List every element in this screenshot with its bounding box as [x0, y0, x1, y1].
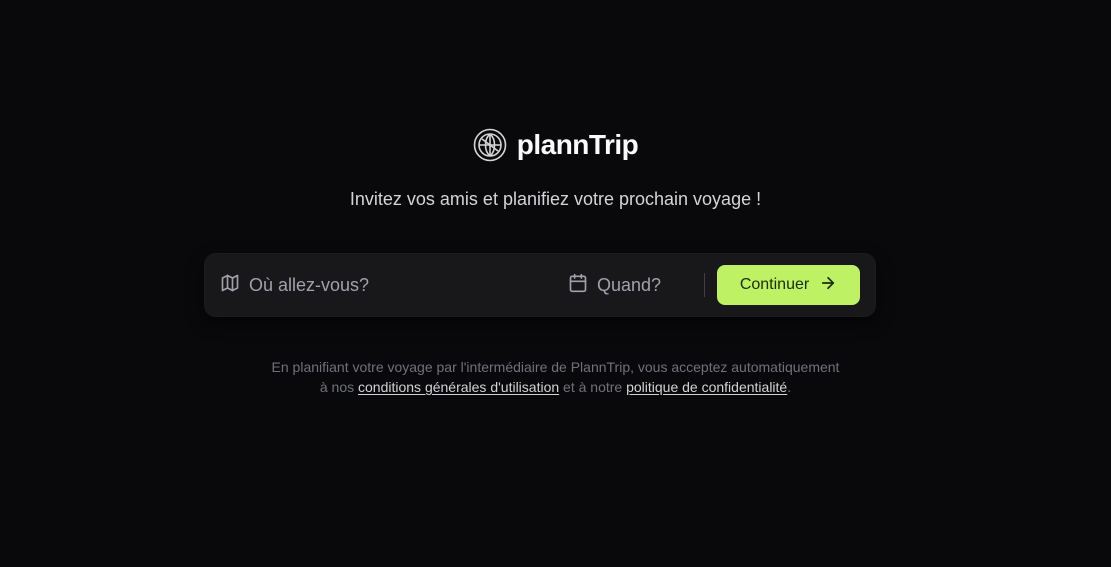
- legal-line-2: à nos conditions générales d'utilisation…: [0, 377, 1111, 397]
- page: plannTrip Invitez vos amis et planifiez …: [0, 0, 1111, 567]
- divider: [704, 273, 705, 297]
- brand-header: plannTrip: [0, 126, 1111, 164]
- tagline: Invitez vos amis et planifiez votre proc…: [349, 189, 762, 209]
- date-placeholder: Quand?: [597, 274, 662, 295]
- map-icon: [220, 273, 240, 298]
- continue-button[interactable]: Continuer: [717, 265, 860, 305]
- legal-line-1: En planifiant votre voyage par l'intermé…: [271, 359, 840, 375]
- destination-placeholder: Où allez-vous?: [249, 274, 370, 295]
- legal-middle: et à notre: [563, 379, 623, 395]
- trip-search-bar: Où allez-vous? Quand? Continuer: [204, 253, 876, 317]
- globe-icon: [473, 128, 507, 162]
- brand-name: plannTrip: [516, 129, 639, 160]
- privacy-link[interactable]: politique de confidentialité: [626, 379, 787, 395]
- calendar-icon: [568, 273, 588, 298]
- arrow-right-icon: [819, 274, 837, 297]
- date-field[interactable]: Quand?: [568, 253, 688, 317]
- legal-suffix: .: [787, 379, 792, 395]
- terms-link[interactable]: conditions générales d'utilisation: [358, 379, 559, 395]
- legal-prefix: à nos: [319, 379, 355, 395]
- continue-label: Continuer: [739, 276, 810, 293]
- destination-field[interactable]: Où allez-vous?: [220, 253, 550, 317]
- legal-notice: En planifiant votre voyage par l'intermé…: [0, 357, 1111, 397]
